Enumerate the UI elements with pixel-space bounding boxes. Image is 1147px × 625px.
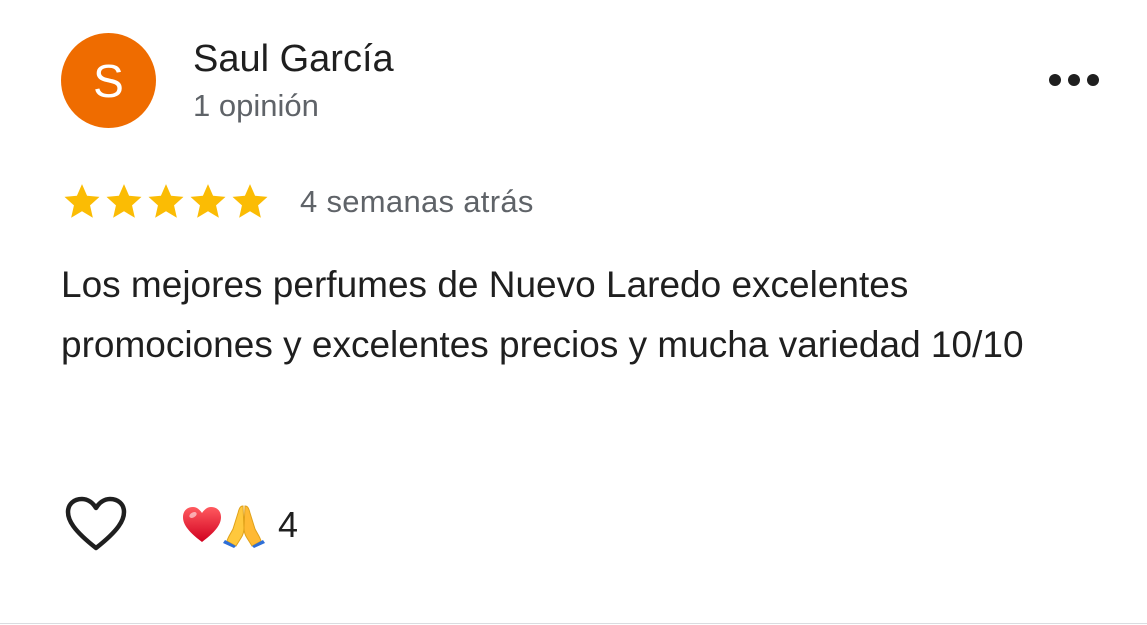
star-rating <box>61 181 271 223</box>
like-button[interactable] <box>61 491 131 557</box>
rating-row: 4 semanas atrás <box>61 180 534 224</box>
review-date: 4 semanas atrás <box>300 184 534 219</box>
heart-outline-icon <box>65 496 127 551</box>
red-heart-emoji <box>183 507 221 542</box>
folded-hands-emoji <box>223 505 265 548</box>
star-icon <box>64 184 100 218</box>
avatar-initial: S <box>93 54 124 107</box>
divider <box>0 623 1147 624</box>
review-text: Los mejores perfumes de Nuevo Laredo exc… <box>61 264 1024 365</box>
star-icon <box>232 184 268 218</box>
avatar[interactable]: S <box>61 33 156 128</box>
reviewer-name[interactable]: Saul García <box>193 37 394 81</box>
star-icon <box>190 184 226 218</box>
reaction-count: 4 <box>278 504 299 545</box>
reviewer-review-count: 1 opinión <box>193 88 319 123</box>
reactions-summary[interactable]: 4 <box>181 500 298 550</box>
more-horizontal-icon <box>1049 74 1099 86</box>
star-icon <box>148 184 184 218</box>
more-options-button[interactable] <box>1040 60 1108 100</box>
star-icon <box>106 184 142 218</box>
